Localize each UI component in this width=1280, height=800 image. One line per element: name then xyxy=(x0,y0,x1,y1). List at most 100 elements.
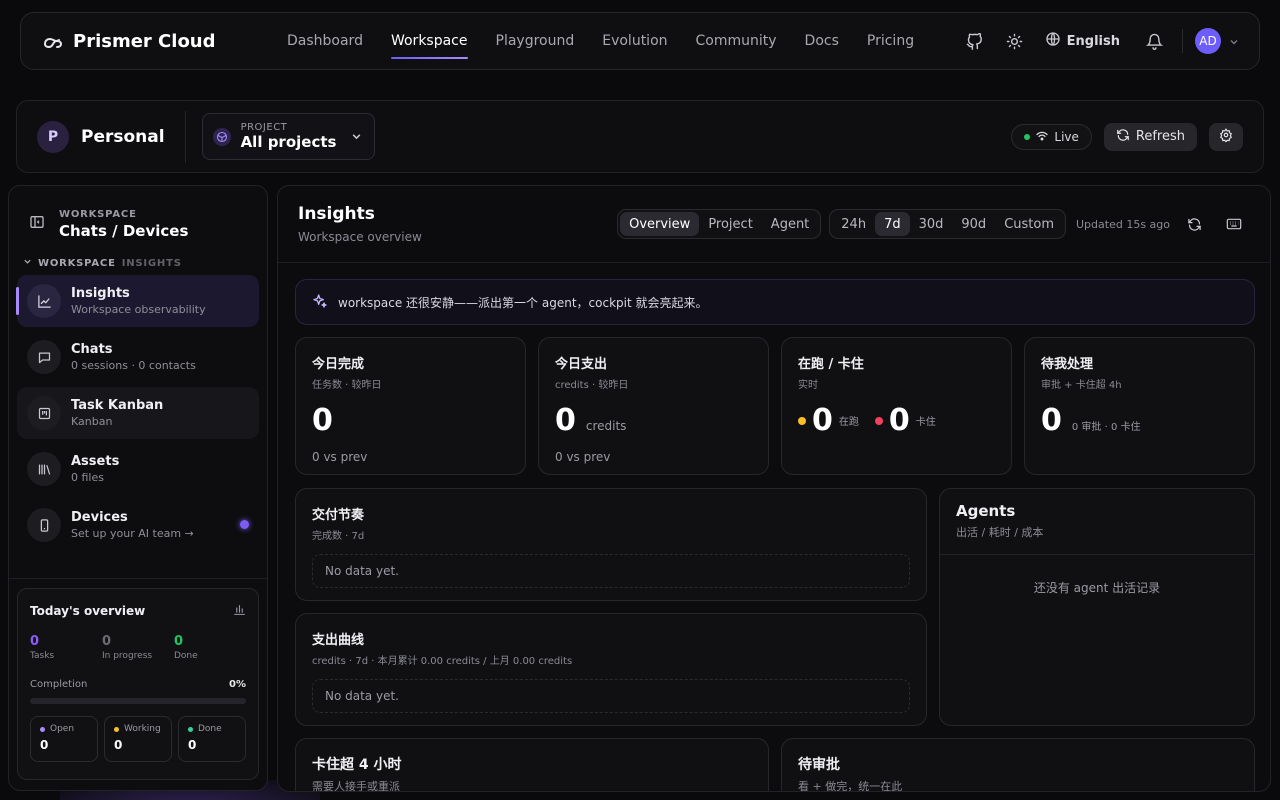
stat-value: 0 xyxy=(102,634,112,649)
language-label: English xyxy=(1066,33,1120,49)
status-box-done[interactable]: Done 0 xyxy=(178,716,246,762)
range-7d[interactable]: 7d xyxy=(875,212,910,236)
sidebar-header: WORKSPACE Chats / Devices xyxy=(9,186,267,248)
stat-tasks: 0 Tasks xyxy=(30,634,102,661)
sidebar-header-label: WORKSPACE xyxy=(59,208,137,220)
live-indicator: Live xyxy=(1011,123,1092,150)
sidebar-item-title: Assets xyxy=(71,454,120,469)
wifi-icon xyxy=(1036,130,1049,144)
card-subtitle: credits · 7d · 本月累计 0.00 credits / 上月 0.… xyxy=(312,656,573,667)
sidebar-item-devices[interactable]: Devices Set up your AI team → xyxy=(17,499,259,551)
refresh-icon xyxy=(1116,128,1130,146)
status-box-working[interactable]: Working 0 xyxy=(104,716,172,762)
project-selector[interactable]: PROJECT All projects xyxy=(201,113,375,160)
workspace-avatar: P xyxy=(37,120,69,153)
github-icon[interactable] xyxy=(955,21,995,61)
refresh-button[interactable]: Refresh xyxy=(1103,122,1197,151)
tab-overview[interactable]: Overview xyxy=(620,212,700,236)
sidebar-item-assets[interactable]: Assets 0 files xyxy=(17,443,259,495)
avatar: AD xyxy=(1195,28,1221,54)
banner-text: workspace 还很安静——派出第一个 agent，cockpit 就会亮起… xyxy=(338,295,708,310)
range-30d[interactable]: 30d xyxy=(910,212,953,236)
sidebar: WORKSPACE Chats / Devices WORKSPACE INSI… xyxy=(8,185,268,791)
stat-done: 0 Done xyxy=(174,634,246,661)
chart-line-icon xyxy=(27,284,61,318)
tab-project[interactable]: Project xyxy=(699,212,761,236)
sidebar-item-subtitle: Workspace observability xyxy=(71,303,206,316)
nav-links: Dashboard Workspace Playground Evolution… xyxy=(273,13,928,69)
project-icon xyxy=(212,127,231,146)
nav-docs[interactable]: Docs xyxy=(791,13,853,69)
card-title: 交付节奏 xyxy=(312,508,365,523)
insights-header: Insights Workspace overview Overview Pro… xyxy=(278,186,1270,263)
status-box-open[interactable]: Open 0 xyxy=(30,716,98,762)
range-custom[interactable]: Custom xyxy=(995,212,1063,236)
context-bar: P Personal PROJECT All projects Live Ref… xyxy=(16,100,1264,173)
nav-evolution[interactable]: Evolution xyxy=(588,13,681,69)
status-dot xyxy=(40,726,45,732)
nav-playground[interactable]: Playground xyxy=(482,13,589,69)
sidebar-item-insights[interactable]: Insights Workspace observability xyxy=(16,275,259,327)
keyboard-icon[interactable] xyxy=(1218,208,1250,240)
sidebar-item-chats[interactable]: Chats 0 sessions · 0 contacts xyxy=(17,331,259,383)
card-subtitle: 审批 + 卡住超 4h xyxy=(1041,380,1122,391)
sidebar-collapse-icon[interactable] xyxy=(29,214,45,234)
sidebar-section-toggle[interactable]: WORKSPACE INSIGHTS xyxy=(9,255,267,271)
empty-state-banner: workspace 还很安静——派出第一个 agent，cockpit 就会亮起… xyxy=(295,279,1255,325)
context-divider xyxy=(184,110,186,163)
card-title: 今日支出 xyxy=(555,357,608,372)
status-label: Open xyxy=(50,724,75,734)
pending-detail: 0 审批 · 0 卡住 xyxy=(1071,422,1141,433)
stat-label: In progress xyxy=(102,651,153,661)
insights-panel: Insights Workspace overview Overview Pro… xyxy=(277,185,1271,792)
stat-label: Tasks xyxy=(30,651,55,661)
card-subtitle: 出活 / 耗时 / 成本 xyxy=(956,526,1044,539)
refresh-icon[interactable] xyxy=(1178,208,1210,240)
refresh-label: Refresh xyxy=(1135,129,1185,144)
card-subtitle: 需要人接手或重派 xyxy=(312,780,400,792)
completion-bar xyxy=(30,698,246,704)
nav-community[interactable]: Community xyxy=(682,13,791,69)
stat-value: 0 xyxy=(30,634,40,649)
chat-bubble-icon xyxy=(27,340,61,374)
globe-icon xyxy=(1045,31,1061,51)
range-90d[interactable]: 90d xyxy=(952,212,995,236)
nav-pricing[interactable]: Pricing xyxy=(853,13,928,69)
sidebar-item-task-kanban[interactable]: Task Kanban Kanban xyxy=(17,387,259,439)
prismer-logo-icon xyxy=(41,29,65,53)
workspace-name[interactable]: Personal xyxy=(81,127,165,147)
sidebar-items: Insights Workspace observability Chats 0… xyxy=(9,271,267,551)
kanban-icon xyxy=(27,396,61,430)
settings-button[interactable] xyxy=(1209,122,1243,151)
status-label: Done xyxy=(198,724,222,734)
sidebar-item-title: Chats xyxy=(71,342,113,357)
bell-icon[interactable] xyxy=(1134,21,1174,61)
top-navigation: Prismer Cloud Dashboard Workspace Playgr… xyxy=(20,12,1260,70)
completion-value: 0% xyxy=(229,679,246,690)
user-menu[interactable]: AD xyxy=(1191,28,1239,54)
nav-actions: English AD xyxy=(955,21,1239,61)
bar-chart-icon[interactable] xyxy=(233,601,246,620)
sidebar-item-title: Insights xyxy=(71,286,130,301)
empty-state: 还没有 agent 出活记录 xyxy=(1033,581,1161,595)
stat-label: Done xyxy=(174,651,198,661)
kpi-unit: credits xyxy=(585,419,627,433)
nav-workspace[interactable]: Workspace xyxy=(377,13,482,69)
insights-controls: Overview Project Agent 24h 7d 30d 90d Cu… xyxy=(617,208,1250,240)
status-boxes: Open 0 Working 0 Done 0 xyxy=(30,716,246,762)
sun-icon[interactable] xyxy=(995,21,1035,61)
card-stuck-over-4h: 卡住超 4 小时 需要人接手或重派 xyxy=(295,738,769,792)
nav-dashboard[interactable]: Dashboard xyxy=(273,13,377,69)
running-dot xyxy=(798,416,806,425)
sidebar-item-subtitle: 0 sessions · 0 contacts xyxy=(71,359,196,372)
language-selector[interactable]: English xyxy=(1035,31,1134,51)
brand[interactable]: Prismer Cloud xyxy=(41,29,273,53)
range-24h[interactable]: 24h xyxy=(832,212,875,236)
tab-agent[interactable]: Agent xyxy=(762,212,818,236)
card-title: 卡住超 4 小时 xyxy=(312,757,402,773)
card-subtitle: 看 + 做完，统一在此 xyxy=(798,780,903,792)
running-value: 0 xyxy=(812,403,833,438)
page-subtitle: Workspace overview xyxy=(298,230,422,244)
status-dot xyxy=(188,726,193,732)
stat-in-progress: 0 In progress xyxy=(102,634,174,661)
